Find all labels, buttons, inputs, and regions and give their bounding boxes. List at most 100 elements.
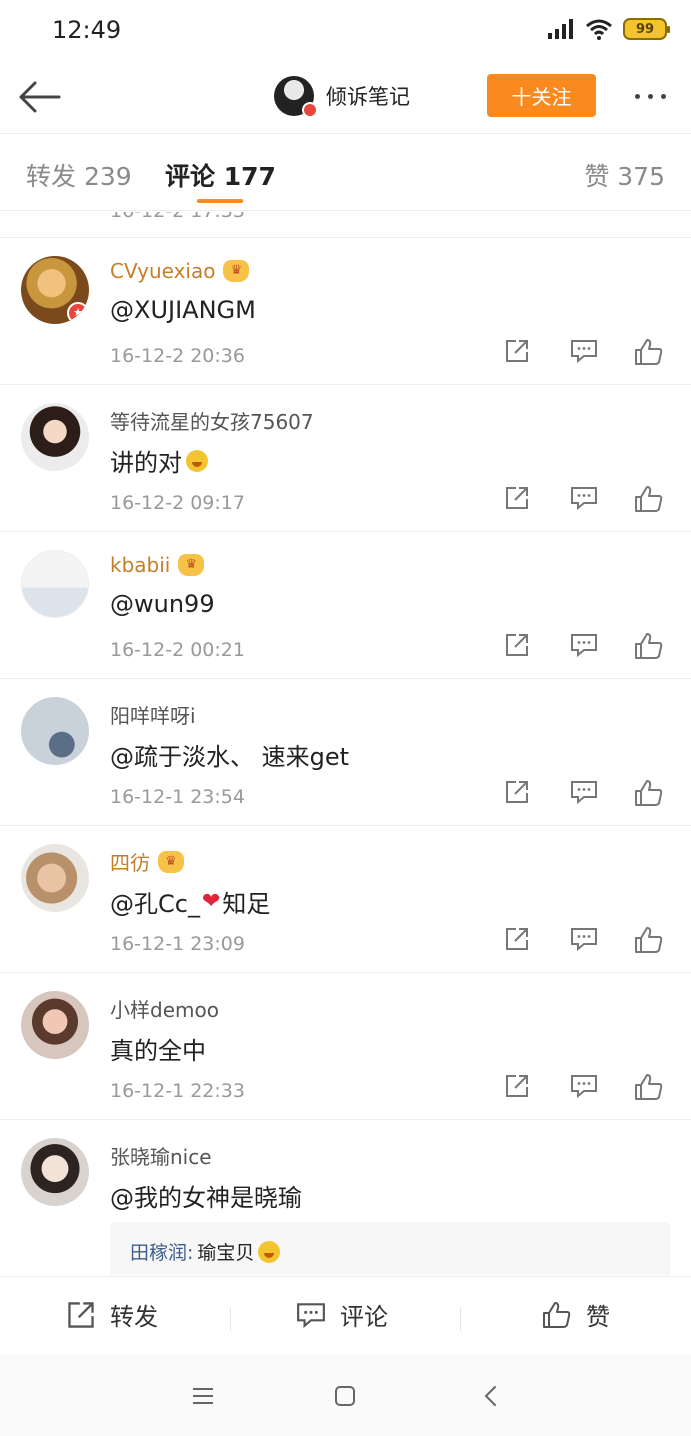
- comment-time: 16-12-2 09:17: [110, 492, 245, 514]
- home-icon[interactable]: [330, 1381, 360, 1411]
- comment-actions: [500, 926, 670, 958]
- reply-username[interactable]: 田稼润:: [130, 1238, 193, 1265]
- verified-badge-icon: [302, 102, 318, 118]
- comment-item[interactable]: ★ CVyuexiao ♛ @XUJIANGM 16-12-2 20:36: [0, 238, 691, 385]
- badge-icon: ★: [67, 302, 89, 324]
- comment-icon[interactable]: [570, 632, 598, 658]
- comment-username[interactable]: 张晓瑜nice: [110, 1141, 212, 1170]
- comment-item[interactable]: 阳咩咩呀i @疏于淡水、 速来get 16-12-1 23:54: [0, 679, 691, 826]
- avatar[interactable]: ★: [21, 256, 89, 324]
- divider: [230, 1307, 231, 1331]
- back-button[interactable]: [14, 74, 64, 120]
- menu-icon[interactable]: [188, 1381, 218, 1411]
- heart-icon: ❤: [201, 889, 221, 914]
- like-icon[interactable]: [634, 485, 664, 513]
- comment-time: 16-12-2 00:21: [110, 639, 245, 661]
- comment-icon[interactable]: [570, 485, 598, 511]
- comment-icon[interactable]: [570, 779, 598, 805]
- tab-like[interactable]: 赞 375: [584, 157, 665, 193]
- account-avatar[interactable]: [274, 76, 318, 118]
- comment-icon[interactable]: [570, 926, 598, 952]
- comment-item[interactable]: 等待流星的女孩75607 讲的对 16-12-2 09:17: [0, 385, 691, 532]
- reply-text: 瑜宝贝: [197, 1242, 255, 1264]
- avatar[interactable]: [21, 697, 89, 765]
- vip-crown-icon: ♛: [223, 260, 250, 282]
- like-icon[interactable]: [634, 632, 664, 660]
- comment-label: 评论: [340, 1303, 388, 1331]
- comment-icon[interactable]: [570, 1073, 598, 1099]
- tab-repost[interactable]: 转发 239: [26, 157, 132, 193]
- comment-content: @wun99: [110, 590, 215, 618]
- reply-preview[interactable]: 田稼润: 瑜宝贝: [110, 1222, 670, 1275]
- comment-time: 16-12-2 20:36: [110, 345, 245, 367]
- like-icon[interactable]: [634, 338, 664, 366]
- comment-button[interactable]: 评论: [296, 1297, 388, 1332]
- more-options-icon[interactable]: [623, 82, 677, 110]
- divider: [460, 1307, 461, 1331]
- comment-content: @我的女神是晓瑜: [110, 1184, 302, 1212]
- avatar[interactable]: [21, 844, 89, 912]
- share-icon[interactable]: [504, 1073, 530, 1099]
- system-nav-bar: [0, 1355, 691, 1436]
- comment-item[interactable]: 四彷 ♛ @孔Cc_ ❤ 知足 16-12-1 23:09: [0, 826, 691, 973]
- nav-account[interactable]: 倾诉笔记: [274, 74, 410, 118]
- battery-icon: 99: [623, 18, 670, 40]
- comment-username[interactable]: kbabii ♛: [110, 553, 205, 577]
- comment-username[interactable]: 阳咩咩呀i: [110, 700, 196, 729]
- comment-username[interactable]: 四彷 ♛: [110, 847, 184, 876]
- like-button[interactable]: 赞: [542, 1297, 610, 1332]
- tab-bar: 转发 239 评论 177 赞 375: [0, 135, 691, 211]
- back-arrow-icon: [19, 81, 61, 113]
- active-tab-indicator: [197, 199, 243, 203]
- comment-actions: [500, 632, 670, 664]
- repost-button[interactable]: 转发: [66, 1297, 158, 1332]
- like-icon[interactable]: [634, 926, 664, 954]
- share-icon[interactable]: [504, 926, 530, 952]
- vip-crown-icon: ♛: [158, 850, 184, 873]
- reply-line: 田稼润: 瑜宝贝: [130, 1238, 281, 1265]
- like-icon[interactable]: [634, 779, 664, 807]
- share-icon[interactable]: [504, 779, 530, 805]
- comment-content: @孔Cc_ ❤ 知足: [110, 889, 271, 918]
- emoji-icon: [258, 1240, 281, 1263]
- comment-username[interactable]: CVyuexiao ♛: [110, 259, 250, 283]
- tab-comment[interactable]: 评论 177: [165, 157, 276, 193]
- comment-item-partial[interactable]: 16-12-2 17:33: [0, 212, 691, 238]
- signal-icon: [548, 19, 573, 39]
- comment-icon: [297, 1302, 325, 1328]
- comment-content: 真的全中: [110, 1037, 206, 1065]
- avatar[interactable]: [21, 991, 89, 1059]
- back-icon[interactable]: [476, 1381, 506, 1411]
- emoji-icon: [186, 449, 208, 472]
- status-time: 12:49: [52, 16, 122, 44]
- share-icon[interactable]: [504, 632, 530, 658]
- bottom-action-bar: 转发 评论 赞: [0, 1276, 691, 1354]
- comment-actions: [500, 779, 670, 811]
- comment-icon[interactable]: [570, 338, 598, 364]
- comment-item[interactable]: kbabii ♛ @wun99 16-12-2 00:21: [0, 532, 691, 679]
- status-icons: 99: [547, 18, 670, 40]
- comment-content: 讲的对: [110, 443, 208, 478]
- comment-actions: [500, 338, 670, 370]
- comment-username[interactable]: 等待流星的女孩75607: [110, 406, 314, 435]
- avatar[interactable]: [21, 403, 89, 471]
- comment-list[interactable]: 16-12-2 17:33 ★ CVyuexiao♛ @XUJIANGM 16-…: [0, 212, 691, 1275]
- like-label: 赞: [586, 1303, 610, 1331]
- comment-username[interactable]: 小样demoo: [110, 994, 219, 1023]
- comment-content: @疏于淡水、 速来get: [110, 743, 350, 771]
- like-icon[interactable]: [634, 1073, 664, 1101]
- avatar[interactable]: [21, 550, 89, 618]
- wifi-icon: [586, 19, 612, 40]
- follow-button[interactable]: 十关注: [487, 74, 596, 117]
- share-icon: [68, 1301, 94, 1328]
- account-name[interactable]: 倾诉笔记: [326, 81, 410, 111]
- comment-time: 16-12-1 23:54: [110, 786, 245, 808]
- nav-bar: 倾诉笔记 十关注: [0, 62, 691, 134]
- vip-crown-icon: ♛: [178, 554, 205, 576]
- share-icon[interactable]: [504, 338, 530, 364]
- comment-item[interactable]: 小样demoo 真的全中 16-12-1 22:33: [0, 973, 691, 1120]
- share-icon[interactable]: [504, 485, 530, 511]
- comment-time: 16-12-1 22:33: [110, 1080, 245, 1102]
- comment-content: @XUJIANGM: [110, 296, 256, 324]
- avatar[interactable]: [21, 1138, 89, 1206]
